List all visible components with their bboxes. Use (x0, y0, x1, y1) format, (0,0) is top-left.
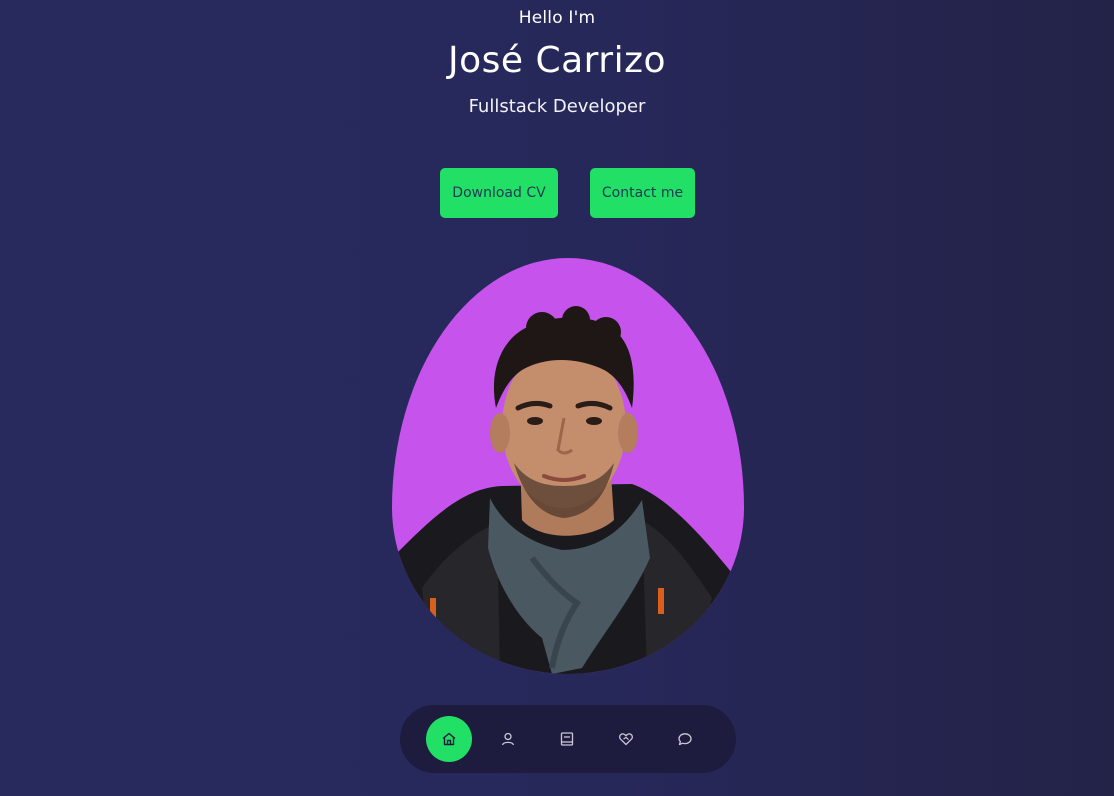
developer-name: José Carrizo (447, 40, 667, 81)
nav-services[interactable] (603, 716, 649, 762)
bottom-navigation (400, 705, 736, 773)
greeting-text: Hello I'm (518, 8, 596, 28)
developer-role: Fullstack Developer (468, 96, 646, 117)
user-icon (501, 732, 515, 746)
nav-contact[interactable] (662, 716, 708, 762)
download-cv-button[interactable]: Download CV (440, 168, 558, 218)
chat-icon (678, 733, 692, 746)
nav-about[interactable] (485, 716, 531, 762)
nav-home[interactable] (426, 716, 472, 762)
profile-photo (392, 258, 744, 674)
nav-experience[interactable] (544, 716, 590, 762)
contact-me-button[interactable]: Contact me (590, 168, 695, 218)
handshake-icon (619, 733, 633, 746)
home-icon (442, 732, 456, 746)
book-icon (560, 732, 574, 746)
